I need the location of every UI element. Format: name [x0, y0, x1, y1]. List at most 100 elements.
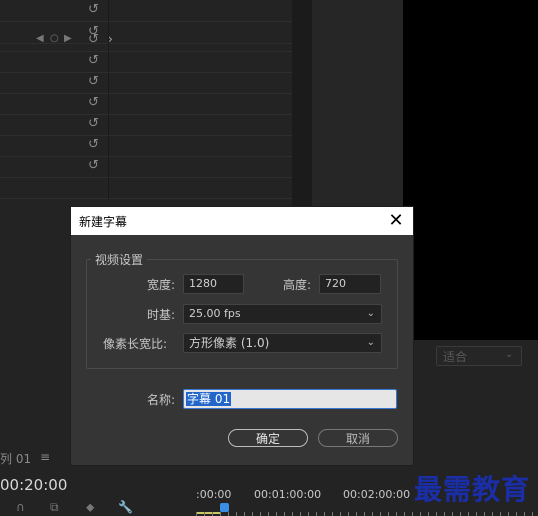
property-row: ↺	[0, 0, 292, 22]
watermark-logo: 最需教育	[414, 473, 531, 506]
reset-icon[interactable]: ↺	[88, 96, 102, 110]
fit-dropdown-value: 适合	[443, 350, 468, 364]
pixel-aspect-value: 方形像素 (1.0)	[189, 336, 270, 350]
reset-icon[interactable]: ↺	[88, 138, 102, 152]
ruler-tick	[228, 512, 229, 516]
reset-icon[interactable]: ↺	[88, 159, 102, 173]
ruler-tick	[348, 512, 349, 516]
ruler-tick	[516, 512, 517, 516]
ruler-tick	[220, 512, 221, 516]
dialog-titlebar[interactable]: 新建字幕 ✕	[71, 207, 413, 235]
pixel-aspect-label: 像素长宽比:	[103, 337, 168, 351]
ruler-tick	[316, 512, 317, 516]
name-selected-text: 字幕 01	[186, 392, 232, 406]
ruler-tick	[340, 512, 341, 516]
ruler-tick	[476, 512, 477, 516]
reset-icon[interactable]: ↺	[88, 117, 102, 131]
ruler-tick	[276, 512, 277, 516]
timebase-value: 25.00 fps	[189, 307, 241, 320]
pixel-aspect-select[interactable]: 方形像素 (1.0) ⌄	[183, 333, 382, 353]
ruler-tick	[452, 512, 453, 516]
reset-icon[interactable]: ↺	[88, 33, 102, 47]
ruler-tick	[308, 512, 309, 516]
width-field[interactable]: 1280	[183, 274, 244, 294]
ruler-tick	[412, 512, 413, 516]
close-icon[interactable]: ✕	[383, 209, 409, 233]
ruler-tick	[196, 512, 197, 516]
property-row: ↺	[0, 135, 292, 157]
linked-selection-icon[interactable]: ⧉	[50, 500, 59, 515]
width-label: 宽度:	[147, 278, 176, 292]
fit-dropdown[interactable]: 适合 ⌄	[436, 346, 522, 366]
chevron-down-icon: ⌄	[366, 308, 375, 319]
ruler-tick	[364, 512, 365, 516]
ruler-tick	[212, 512, 213, 516]
ruler-tick	[444, 512, 445, 516]
ruler-tick	[420, 512, 421, 516]
timecode-display[interactable]: 00:20:00	[0, 476, 67, 494]
ruler-tick	[396, 512, 397, 516]
new-title-dialog: 新建字幕 ✕ 视频设置 宽度: 1280 高度: 720 时基: 25.00 f…	[70, 206, 414, 466]
reset-icon[interactable]: ↺	[88, 75, 102, 89]
ruler-tick	[388, 512, 389, 516]
ruler-label: :00:00	[196, 488, 232, 501]
chevron-down-icon: ⌄	[366, 337, 375, 348]
cancel-button[interactable]: 取消	[318, 429, 398, 447]
ruler-tick	[372, 512, 373, 516]
reset-icon[interactable]: ↺	[88, 54, 102, 68]
wrench-icon[interactable]: 🔧	[118, 500, 133, 514]
property-row: ↺	[0, 93, 292, 115]
program-monitor-viewport	[403, 0, 538, 340]
ruler-label: 00:02:00:00	[343, 488, 411, 501]
ruler-tick	[492, 512, 493, 516]
ok-button[interactable]: 确定	[228, 429, 308, 447]
ruler-tick	[460, 512, 461, 516]
ruler-tick	[252, 512, 253, 516]
ruler-label: 00:01:00:00	[254, 488, 322, 501]
dialog-title: 新建字幕	[79, 215, 128, 229]
ruler-tick	[484, 512, 485, 516]
timebase-label: 时基:	[147, 308, 176, 322]
keyframe-row: ◀ ○ ▶ ↺ ›	[0, 30, 292, 52]
effect-controls-panel: ↺ ↺ ◀ ○ ▶ ↺ › ↺ ↺ ↺ ↺ ↺ ↺	[0, 0, 292, 200]
ruler-tick	[380, 512, 381, 516]
property-row: ↺	[0, 51, 292, 73]
prev-keyframe-icon[interactable]: ◀	[36, 33, 44, 44]
add-keyframe-icon[interactable]: ○	[50, 33, 59, 44]
property-row: ↺	[0, 114, 292, 136]
sequence-tab[interactable]: 列 01	[0, 450, 31, 467]
property-row: ↺	[0, 72, 292, 94]
name-field[interactable]: 字幕 01	[183, 389, 397, 409]
column-divider	[108, 0, 109, 200]
ruler-tick	[268, 512, 269, 516]
ruler-tick	[300, 512, 301, 516]
next-keyframe-icon[interactable]: ▶	[64, 33, 72, 44]
ruler-tick	[292, 512, 293, 516]
ruler-tick	[436, 512, 437, 516]
height-label: 高度:	[283, 278, 312, 292]
ruler-tick	[356, 512, 357, 516]
menu-icon[interactable]: ≡	[40, 450, 50, 464]
ruler-tick	[236, 512, 237, 516]
ruler-tick	[468, 512, 469, 516]
marker-icon[interactable]: ⬥	[86, 500, 94, 515]
ruler-tick	[244, 512, 245, 516]
property-row	[0, 177, 292, 199]
ruler-tick	[204, 512, 205, 516]
name-label: 名称:	[147, 393, 176, 407]
reset-icon[interactable]: ↺	[88, 3, 102, 17]
ruler-tick	[260, 512, 261, 516]
ruler-tick	[508, 512, 509, 516]
video-settings-legend: 视频设置	[91, 251, 148, 268]
timebase-select[interactable]: 25.00 fps ⌄	[183, 304, 382, 324]
ruler-tick	[532, 512, 533, 516]
snap-icon[interactable]: ∩	[16, 500, 25, 514]
ruler-tick	[428, 512, 429, 516]
chevron-down-icon: ⌄	[505, 349, 514, 360]
ruler-tick	[332, 512, 333, 516]
ruler-tick	[500, 512, 501, 516]
height-field[interactable]: 720	[319, 274, 381, 294]
ruler-tick	[324, 512, 325, 516]
ruler-tick	[284, 512, 285, 516]
property-row: ↺	[0, 156, 292, 178]
